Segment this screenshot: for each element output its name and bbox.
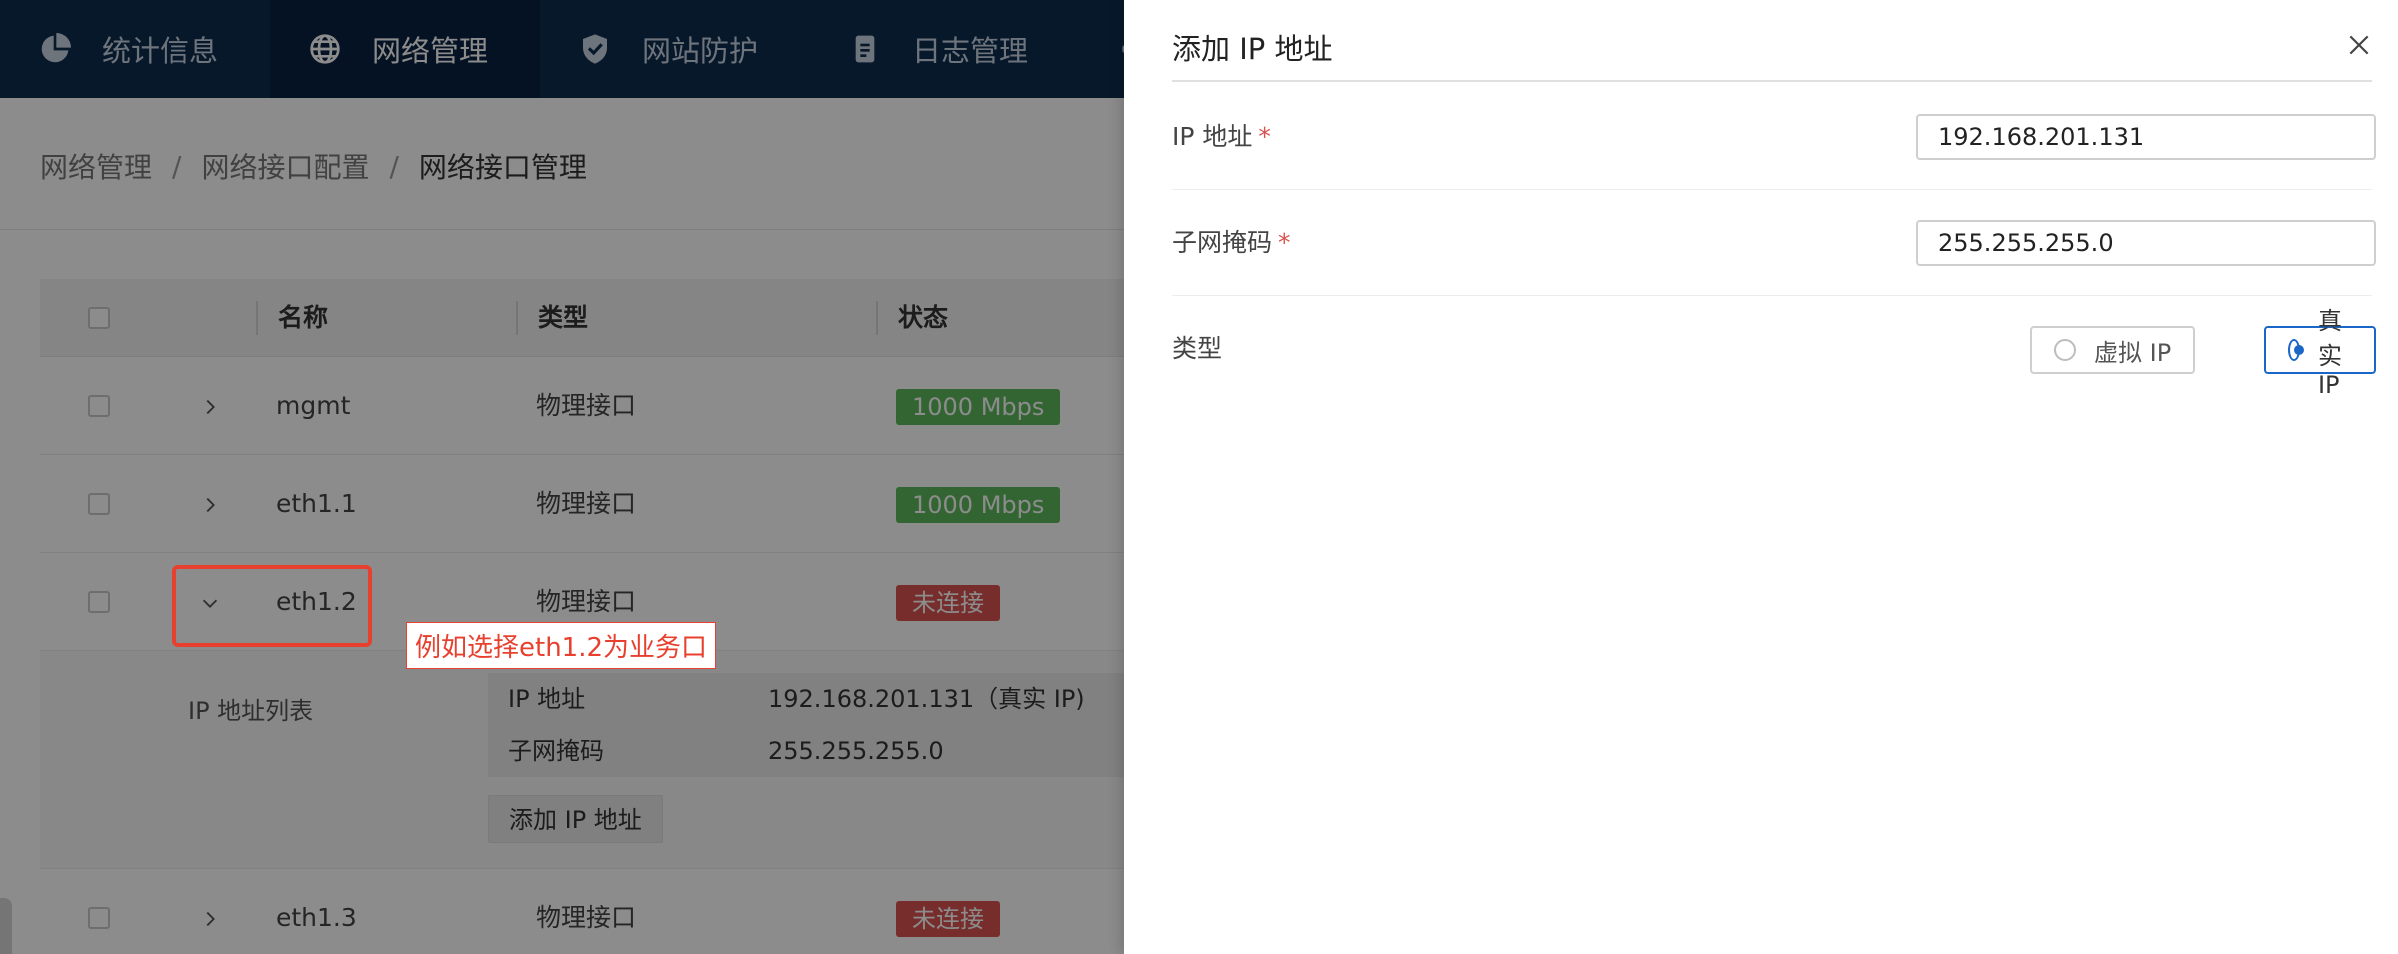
radio-label: 虚拟 IP (2094, 338, 2172, 367)
required-mark: * (1258, 122, 1271, 151)
subnet-mask-label-text: 子网掩码 (1172, 228, 1273, 257)
drawer-overlay-mask[interactable] (0, 0, 1124, 954)
ip-address-label-text: IP 地址 (1172, 122, 1253, 151)
ip-address-label: IP 地址 * (1172, 84, 1271, 190)
drawer-title: 添加 IP 地址 (1172, 32, 1333, 66)
radio-label: 真实 IP (2317, 307, 2342, 399)
annotation-text: 例如选择eth1.2为业务口 (406, 622, 717, 669)
real-ip-radio[interactable]: 真实 IP (2264, 307, 2376, 399)
drawer-divider (1172, 80, 2372, 82)
virtual-ip-radio[interactable]: 虚拟 IP (2030, 326, 2196, 374)
required-mark: * (1278, 228, 1291, 257)
ip-address-input[interactable] (1916, 114, 2376, 160)
ip-address-form-row: IP 地址 * (1172, 84, 2376, 190)
add-ip-drawer: 添加 IP 地址 IP 地址* 子网掩码* 类型 虚拟 IP 真实 IP (1124, 0, 2398, 954)
ip-type-label: 类型 (1172, 334, 1223, 363)
close-icon[interactable] (2344, 30, 2374, 60)
subnet-mask-label: 子网掩码 * (1172, 190, 1291, 296)
subnet-mask-input[interactable] (1916, 220, 2376, 266)
radio-dot (2288, 339, 2304, 361)
subnet-mask-form-row: 子网掩码 * (1172, 190, 2376, 296)
ip-type-form-row: 类型 虚拟 IP 真实 IP (1172, 296, 2376, 402)
annotation-highlight-box (172, 565, 372, 647)
radio-dot (2054, 339, 2076, 361)
